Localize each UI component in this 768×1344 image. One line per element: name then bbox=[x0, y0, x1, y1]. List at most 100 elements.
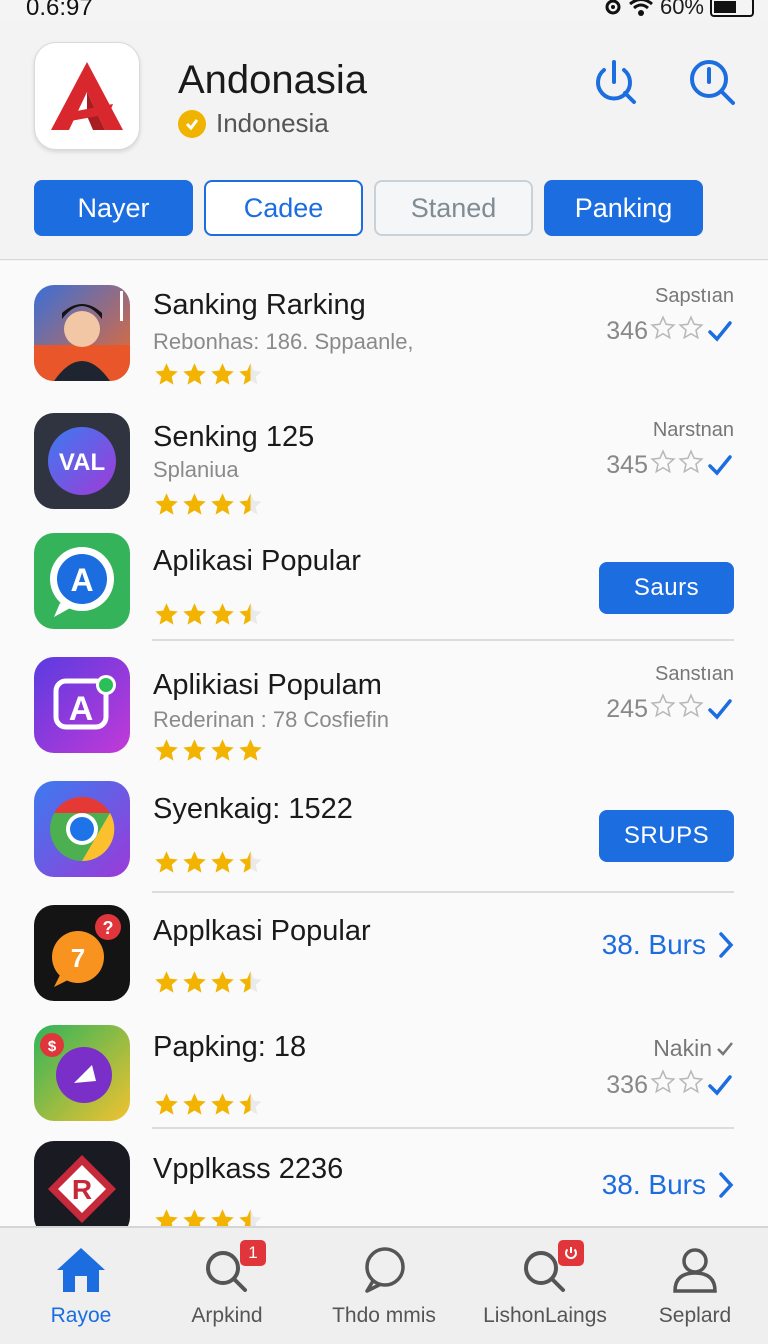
star-icon bbox=[183, 1093, 206, 1115]
app-meta-label: Narstnan bbox=[652, 419, 734, 441]
tab-nayer[interactable]: Nayer bbox=[34, 180, 193, 236]
chevron-right-icon bbox=[719, 932, 734, 958]
user-icon bbox=[673, 1248, 717, 1293]
tab-panking[interactable]: Panking bbox=[544, 180, 703, 236]
location-icon bbox=[605, 0, 621, 15]
star-icon bbox=[183, 851, 206, 873]
link-label: 38. Burs bbox=[601, 929, 706, 960]
app-title: Senking 125 bbox=[153, 421, 315, 453]
star-icon bbox=[211, 1209, 234, 1226]
nav-label: Thdo mmis bbox=[332, 1304, 436, 1327]
app-meta-value: 245 bbox=[606, 693, 734, 726]
nav-item-thdo-mmis[interactable]: Thdo mmis bbox=[309, 1242, 459, 1328]
app-icon-rocket: $ bbox=[34, 1025, 130, 1121]
star-icon bbox=[183, 493, 206, 515]
app-icon-chat-a: A bbox=[34, 533, 130, 629]
app-logo bbox=[34, 42, 140, 150]
star-icon bbox=[239, 851, 262, 873]
nav-item-rayoe[interactable]: Rayoe bbox=[6, 1242, 156, 1328]
srups-button[interactable]: SRUPS bbox=[599, 810, 734, 862]
star-icon bbox=[183, 739, 206, 761]
search-icon bbox=[690, 60, 735, 105]
star-icon bbox=[239, 739, 262, 761]
star-icon bbox=[155, 493, 178, 515]
star-icon bbox=[211, 739, 234, 761]
status-bar: 0.6:97 60% bbox=[0, 0, 768, 22]
star-icon bbox=[239, 1209, 262, 1226]
tab-staned[interactable]: Staned bbox=[374, 180, 533, 236]
search-button[interactable] bbox=[688, 58, 736, 106]
svg-text:A: A bbox=[70, 562, 93, 598]
list-item[interactable]: Sanking Rarking Rebonhas: 186. Sppaanle,… bbox=[0, 261, 768, 393]
star-icon bbox=[155, 739, 178, 761]
list-item[interactable]: A Aplikiasi Populam Rederinan : 78 Cosfi… bbox=[0, 641, 768, 765]
list-item[interactable]: $ Papking: 18 Nakin 336 bbox=[0, 1009, 768, 1129]
link-label: 38. Burs bbox=[601, 1169, 706, 1200]
list-item[interactable]: Syenkaig: 1522 SRUPS bbox=[0, 765, 768, 893]
power-button[interactable] bbox=[590, 58, 638, 106]
list-item[interactable]: VAL Senking 125 Splaniua Narstnan 345 bbox=[0, 393, 768, 517]
chrome-icon bbox=[34, 781, 130, 877]
star-icon bbox=[155, 363, 178, 385]
rating-stars bbox=[153, 1091, 264, 1118]
nav-item-arpkind[interactable]: 1 Arpkind bbox=[152, 1240, 302, 1328]
star-icon bbox=[211, 1093, 234, 1115]
home-icon bbox=[57, 1248, 105, 1292]
nav-label: Arpkind bbox=[191, 1304, 263, 1327]
nav-label: Rayoe bbox=[50, 1304, 112, 1327]
list-item[interactable]: 7 ? Applkasi Popular 38. Burs bbox=[0, 893, 768, 1009]
saurs-button[interactable]: Saurs bbox=[599, 562, 734, 614]
star-icon bbox=[211, 603, 234, 625]
check-icon bbox=[708, 1074, 732, 1096]
nav-label: Seplard bbox=[658, 1304, 732, 1327]
battery-icon bbox=[710, 0, 754, 17]
star-icon bbox=[211, 493, 234, 515]
check-icon bbox=[708, 698, 732, 720]
star-icon bbox=[155, 971, 178, 993]
star-icon bbox=[239, 493, 262, 515]
app-title: Aplikiasi Populam bbox=[153, 669, 382, 701]
list-item[interactable]: R Vpplkass 2236 38. Burs bbox=[0, 1129, 768, 1226]
star-icon bbox=[239, 971, 262, 993]
check-icon bbox=[708, 454, 732, 476]
star-icon bbox=[239, 603, 262, 625]
nav-item-seplard[interactable]: Seplard bbox=[620, 1242, 768, 1328]
meta-number: 245 bbox=[606, 695, 648, 723]
app-subtitle: Rederinan : 78 Cosfiefin bbox=[153, 707, 390, 732]
empty-star-icon bbox=[678, 449, 704, 482]
region-label: Indonesia bbox=[216, 108, 329, 138]
app-title: Sanking Rarking bbox=[153, 289, 366, 321]
app-title: Papking: 18 bbox=[153, 1031, 307, 1063]
wifi-icon bbox=[629, 0, 653, 16]
app-icon-music-chat: 7 ? bbox=[34, 905, 130, 1001]
power-badge-icon bbox=[558, 1240, 584, 1266]
list-item[interactable]: A Aplikasi Popular Saurs bbox=[0, 517, 768, 641]
svg-text:7: 7 bbox=[71, 943, 85, 973]
burs-link[interactable]: 38. Burs bbox=[602, 1169, 734, 1201]
app-meta-label: Sanstıan bbox=[655, 663, 734, 685]
bottom-nav: Rayoe 1 Arpkind Thdo mmis LishonLaings S… bbox=[0, 1226, 768, 1344]
svg-text:$: $ bbox=[48, 1038, 57, 1055]
svg-text:VAL: VAL bbox=[59, 449, 105, 476]
empty-star-icon bbox=[678, 315, 704, 348]
empty-star-icon bbox=[650, 449, 676, 482]
star-icon bbox=[155, 851, 178, 873]
empty-star-icon bbox=[650, 1069, 676, 1102]
meta-label-text: Nakin bbox=[653, 1035, 712, 1061]
svg-text:?: ? bbox=[103, 918, 114, 938]
rating-stars bbox=[153, 361, 264, 388]
burs-link[interactable]: 38. Burs bbox=[602, 929, 734, 961]
app-icon-avatar bbox=[34, 285, 130, 381]
check-icon bbox=[708, 320, 732, 342]
app-icon-r-diamond: R bbox=[34, 1141, 130, 1226]
tab-cadee[interactable]: Cadee bbox=[204, 180, 363, 236]
star-icon bbox=[183, 603, 206, 625]
star-icon bbox=[183, 971, 206, 993]
star-icon bbox=[155, 1209, 178, 1226]
nav-item-lishonlaings[interactable]: LishonLaings bbox=[470, 1240, 620, 1328]
chevron-right-icon bbox=[719, 1172, 734, 1198]
app-title: Aplikasi Popular bbox=[153, 545, 361, 577]
meta-number: 346 bbox=[606, 317, 648, 345]
empty-star-icon bbox=[650, 693, 676, 726]
app-title: Syenkaig: 1522 bbox=[153, 793, 353, 825]
